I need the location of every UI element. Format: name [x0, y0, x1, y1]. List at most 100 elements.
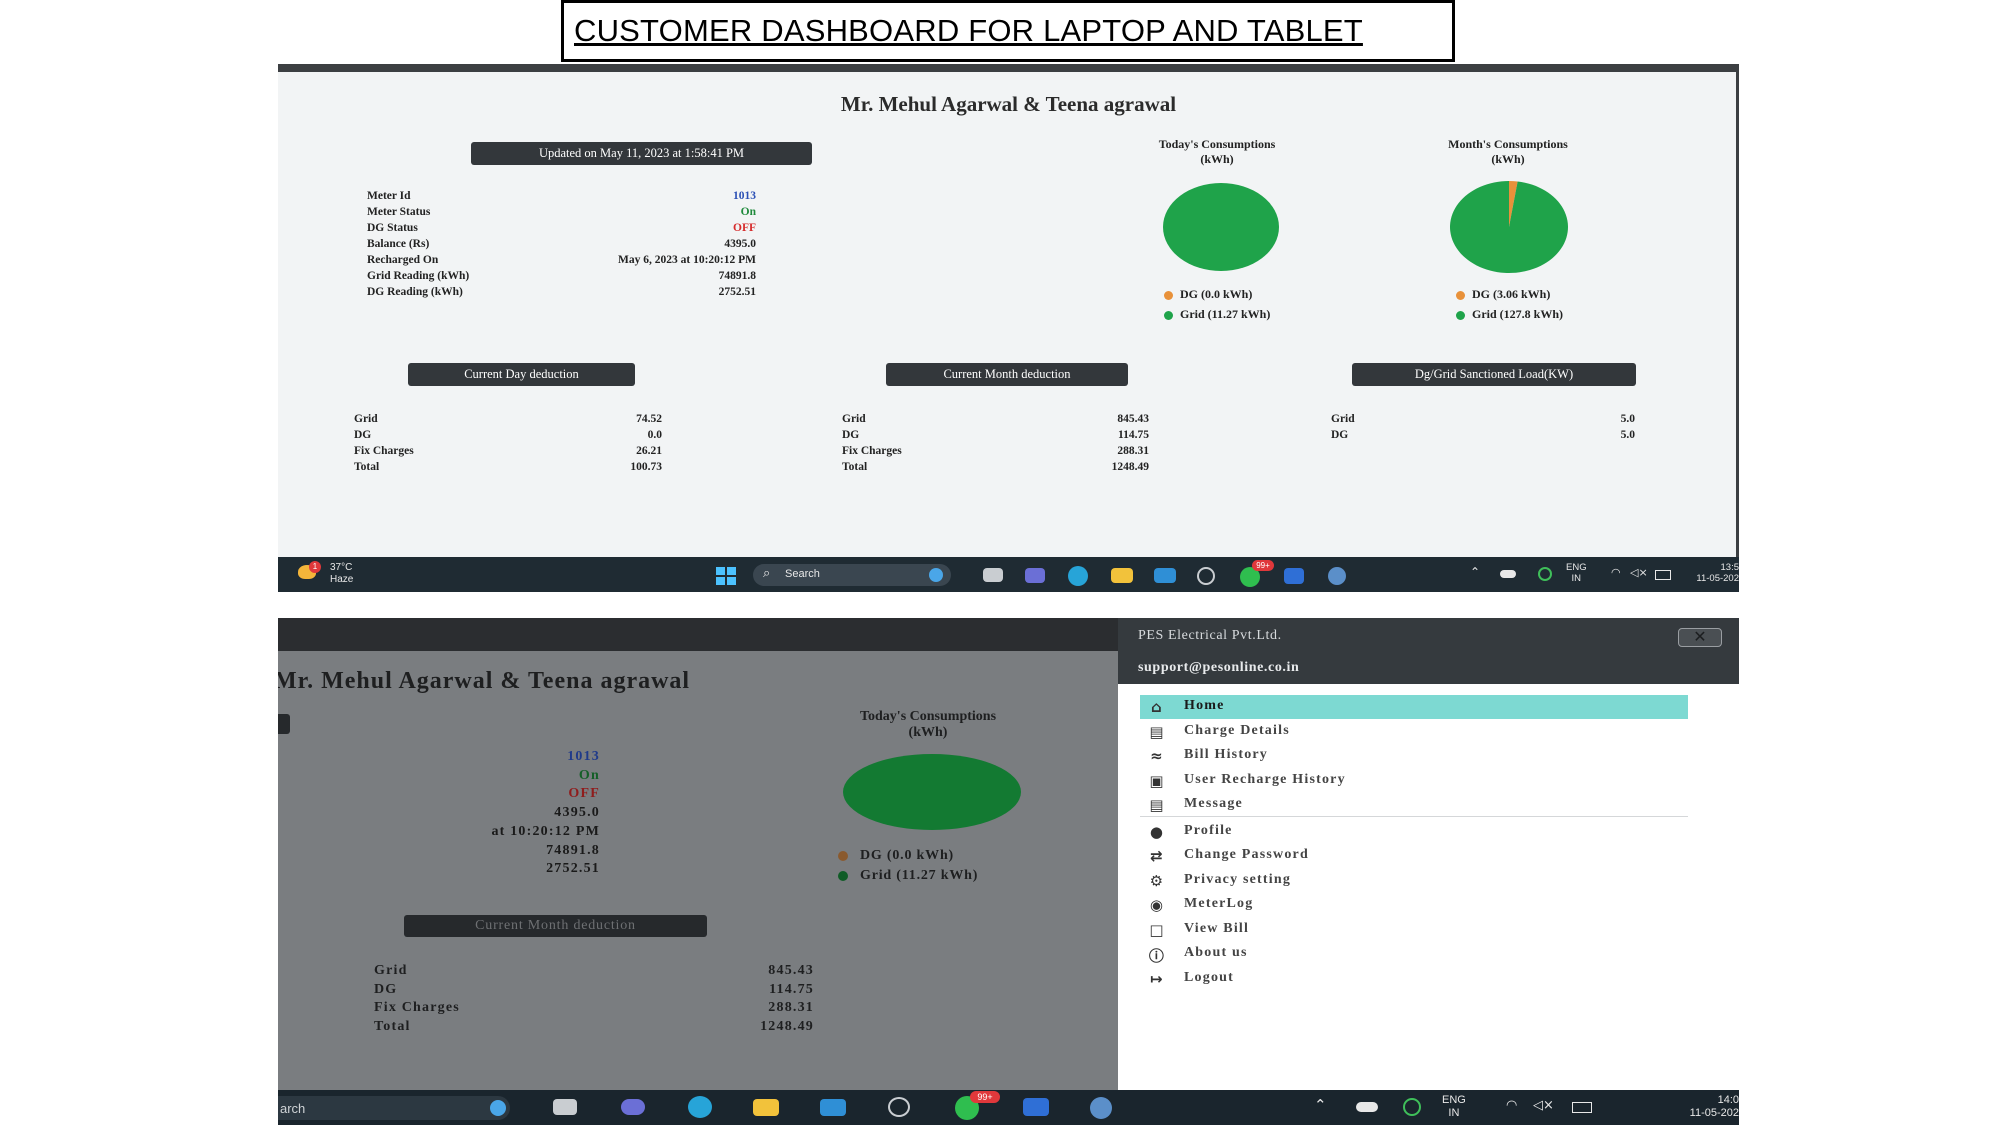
info-row-label: Meter Status	[367, 206, 431, 218]
drawer-menu-item-meterlog[interactable]: ◉ MeterLog	[1140, 893, 1688, 917]
word-icon[interactable]	[1284, 568, 1304, 584]
mute-icon[interactable]: ◁×	[1533, 1098, 1554, 1113]
task-view-icon[interactable]	[553, 1099, 577, 1115]
mail-icon[interactable]	[1154, 568, 1176, 583]
wifi-icon[interactable]: ◠	[1611, 566, 1621, 579]
logout-icon: ↦	[1150, 969, 1164, 988]
day-deduction-row-label: Grid	[354, 413, 378, 425]
legend-dot-grid	[1456, 310, 1465, 320]
camera-icon[interactable]	[1197, 567, 1215, 585]
weather-desc: Haze	[330, 574, 354, 585]
drawer-menu-label: MeterLog	[1184, 896, 1254, 911]
drawer-menu-item-user-recharge-history[interactable]: ▣ User Recharge History	[1140, 769, 1688, 793]
drawer-menu-item-bill-history[interactable]: ≈ Bill History	[1140, 744, 1688, 768]
tablet-search-box[interactable]: arch	[278, 1096, 510, 1120]
search-label: Search	[785, 568, 820, 580]
info-row-label: Grid Reading (kWh)	[367, 270, 470, 282]
wave-icon: ≈	[1150, 747, 1164, 765]
onedrive-icon[interactable]	[1356, 1102, 1378, 1112]
windows-start-icon[interactable]	[716, 567, 736, 585]
onedrive-icon[interactable]	[1500, 570, 1516, 578]
month-chart-title-line2: (kWh)	[1491, 152, 1525, 166]
day-deduction-row-value: 0.0	[647, 429, 662, 441]
mute-icon[interactable]: ◁×	[1630, 566, 1648, 579]
browser-top-bar	[278, 64, 1739, 72]
dimmed-badge-edge	[278, 714, 290, 734]
sanctioned-load-header: Dg/Grid Sanctioned Load(KW)	[1352, 363, 1636, 386]
tablet-legend-grid-label: Grid (11.27 kWh)	[860, 868, 979, 883]
tablet-legend-dg-label: DG (0.0 kWh)	[860, 848, 954, 863]
file-explorer-icon[interactable]	[753, 1099, 779, 1116]
sync-icon[interactable]	[1538, 567, 1552, 581]
chevron-up-icon[interactable]: ⌃	[1314, 1096, 1327, 1114]
drawer-menu-label: View Bill	[1184, 920, 1250, 936]
language-indicator[interactable]: ENG IN	[1566, 562, 1587, 584]
clock[interactable]: 14:0 11-05-202	[1658, 1094, 1739, 1120]
settings-icon[interactable]	[1090, 1097, 1112, 1119]
word-icon[interactable]	[1023, 1098, 1049, 1116]
month-pie-chart	[1450, 181, 1568, 273]
clock-time: 14:0	[1717, 1094, 1739, 1106]
folder-icon: □	[1149, 920, 1165, 939]
drawer-menu-item-home[interactable]: ⌂ Home	[1140, 695, 1688, 719]
edge-icon[interactable]	[688, 1096, 712, 1118]
drawer-menu-item-profile[interactable]: ● Profile	[1140, 820, 1688, 844]
company-name: PES Electrical Pvt.Ltd.	[1138, 628, 1282, 643]
drawer-menu-item-privacy-setting[interactable]: ⚙ Privacy setting	[1140, 869, 1688, 893]
mail-icon[interactable]	[820, 1099, 846, 1116]
bing-icon[interactable]	[490, 1100, 506, 1116]
battery-icon[interactable]	[1572, 1102, 1592, 1113]
month-deduction-row-value: 288.31	[1117, 445, 1149, 457]
drawer-menu-item-about-us[interactable]: ⓘ About us	[1140, 942, 1688, 966]
legend-dot-dg	[1456, 290, 1465, 300]
menu-divider	[1140, 816, 1688, 817]
drawer-menu-item-message[interactable]: ▤ Message	[1140, 793, 1688, 817]
message-icon: ▤	[1149, 796, 1165, 814]
tablet-month-deduction-row-value: 1248.49	[760, 1019, 814, 1035]
battery-icon[interactable]	[1655, 570, 1671, 580]
tablet-info-value: 1013	[567, 749, 600, 764]
wifi-icon[interactable]: ◠	[1506, 1098, 1517, 1113]
tablet-month-deduction-row-value: 114.75	[769, 981, 814, 997]
pie-slice-grid	[1450, 181, 1568, 273]
teams-icon[interactable]	[1025, 568, 1045, 583]
camera-icon[interactable]	[888, 1097, 910, 1117]
today-chart-title-line1: Today's Consumptions	[1158, 137, 1276, 151]
drawer-menu-label: About us	[1184, 945, 1248, 960]
support-email[interactable]: support@pesonline.co.in	[1138, 660, 1299, 676]
swap-icon: ⇄	[1150, 847, 1164, 865]
info-row-label: Recharged On	[367, 254, 439, 266]
sanctioned-load-row-label: DG	[1331, 429, 1349, 441]
tablet-month-deduction-row-value: 288.31	[768, 1000, 814, 1016]
drawer-menu-item-view-bill[interactable]: □ View Bill	[1140, 918, 1688, 942]
bing-icon[interactable]	[929, 568, 943, 582]
clock[interactable]: 13:5 11-05-202	[1684, 562, 1739, 584]
slide-title: CUSTOMER DASHBOARD FOR LAPTOP AND TABLET	[574, 13, 1363, 48]
drawer-menu-item-charge-details[interactable]: ▤ Charge Details	[1140, 720, 1688, 744]
taskbar-search-box[interactable]: ⌕ Search	[753, 564, 951, 586]
tablet-month-deduction-row-label: Fix Charges	[374, 1000, 460, 1016]
drawer-menu-item-change-password[interactable]: ⇄ Change Password	[1140, 844, 1688, 868]
edge-icon[interactable]	[1068, 566, 1088, 586]
drawer-menu-item-logout[interactable]: ↦ Logout	[1140, 967, 1688, 991]
sync-icon[interactable]	[1403, 1098, 1421, 1116]
language-line2: IN	[1571, 573, 1582, 584]
settings-icon[interactable]	[1328, 567, 1346, 585]
info-row-value: 74891.8	[718, 270, 756, 282]
whatsapp-badge: 99+	[1252, 560, 1274, 571]
chevron-up-icon[interactable]: ⌃	[1470, 565, 1480, 579]
window-edge	[1736, 64, 1739, 592]
drawer-menu-label: Privacy setting	[1184, 871, 1292, 887]
teams-icon[interactable]	[621, 1099, 645, 1115]
task-view-icon[interactable]	[983, 568, 1003, 582]
language-indicator[interactable]: ENG IN	[1442, 1094, 1466, 1120]
tablet-month-deduction-row-value: 845.43	[768, 963, 814, 978]
clock-date: 11-05-202	[1689, 1107, 1739, 1119]
info-row-label: DG Status	[367, 222, 418, 234]
clock-time: 13:5	[1720, 562, 1740, 573]
sanctioned-load-row-value: 5.0	[1620, 429, 1635, 441]
close-icon[interactable]: ✕	[1678, 628, 1722, 647]
file-explorer-icon[interactable]	[1111, 568, 1133, 583]
sanctioned-load-row-value: 5.0	[1620, 413, 1635, 425]
updated-badge: Updated on May 11, 2023 at 1:58:41 PM	[471, 142, 812, 165]
